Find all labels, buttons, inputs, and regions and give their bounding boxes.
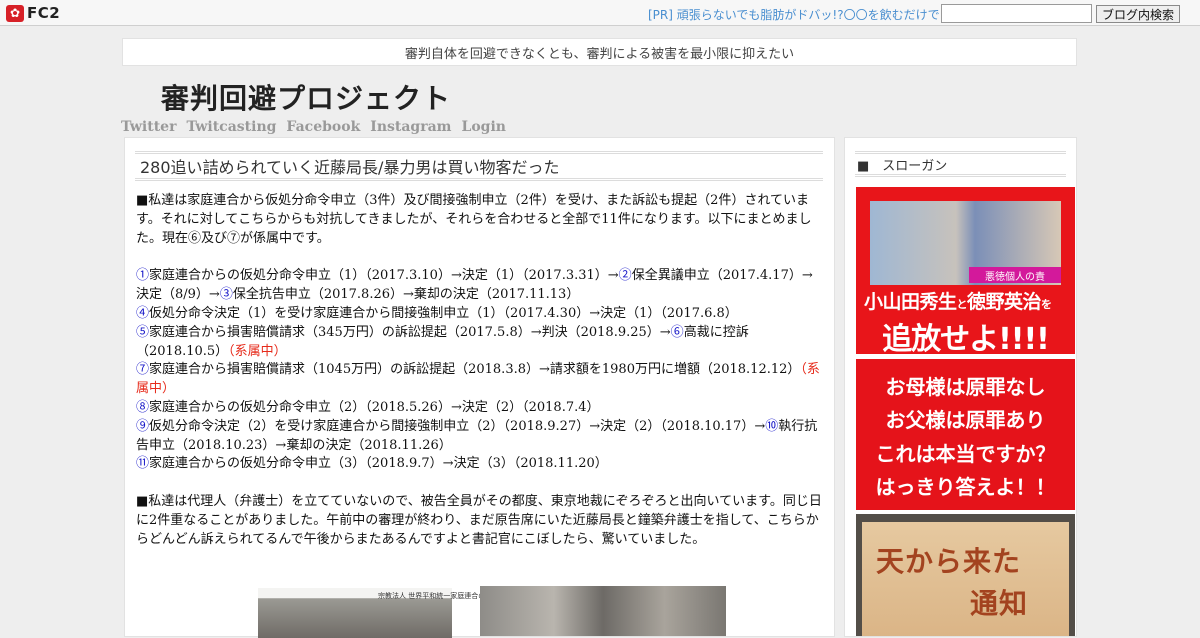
nav-link-instagram[interactable]: Instagram <box>370 119 451 135</box>
case-number: ② <box>618 268 632 284</box>
banner-name-2: 徳野英治 <box>967 291 1042 313</box>
nav-link-twitcasting[interactable]: Twitcasting <box>186 119 276 135</box>
case-text: 仮処分命令決定（2）を受け家庭連合から間接強制申立（2）（2018.9.27）→… <box>149 418 766 434</box>
banner2-line-2: お父様は原罪あり <box>885 408 1046 432</box>
banner2-line-1: お母様は原罪なし <box>885 375 1046 399</box>
post-photo-entrance[interactable]: 宗教法人 世界平和統一家庭連合の玄関 <box>258 588 499 638</box>
sidebar-heading-slogan: ■ スローガン <box>855 151 1066 177</box>
post-paragraph-2: ■私達は代理人（弁護士）を立てていないので、被告全員がその都度、東京地裁にぞろぞ… <box>136 494 822 547</box>
banner-names-line: 小山田秀生と徳野英治を <box>864 287 1069 314</box>
case-item-9: ⑨仮処分命令決定（2）を受け家庭連合から間接強制申立（2）（2018.9.27）… <box>136 418 824 456</box>
nav-link-twitter[interactable]: Twitter <box>121 119 176 135</box>
pr-ad-link[interactable]: [PR] 頑張らないでも脂肪がドバッ!?〇〇を飲むだけで <box>648 6 940 23</box>
book-title-line-1: 天から来た <box>876 545 1022 578</box>
case-number: ④ <box>136 305 150 321</box>
case-number: ① <box>136 268 150 284</box>
case-item-1: ①家庭連合からの仮処分命令申立（1）（2017.3.10）→決定（1）（2017… <box>136 267 824 305</box>
case-number: ⑪ <box>136 456 150 472</box>
case-number: ⑤ <box>136 324 150 340</box>
case-item-7: ⑦家庭連合から損害賠償請求（1045万円）の訴訟提起（2018.3.8）→請求額… <box>136 361 824 399</box>
case-number: ⑦ <box>136 362 150 378</box>
post-body: ■私達は家庭連合から仮処分命令申立（3件）及び間接強制申立（2件）を受け、また訴… <box>136 192 824 550</box>
case-text: 仮処分命令決定（1）を受け家庭連合から間接強制申立（1）（2017.4.30）→… <box>149 305 738 321</box>
fc2-logo[interactable]: ✿ FC2 <box>6 4 60 22</box>
blog-search-input[interactable] <box>941 4 1092 23</box>
book-banner-notice[interactable]: 天から来た 通知 <box>856 514 1075 636</box>
banner-particle: と <box>956 298 968 311</box>
case-text: 保全抗告申立（2017.8.26）→棄却の決定（2017.11.13） <box>232 287 580 303</box>
book-cover: 天から来た 通知 <box>862 522 1069 636</box>
case-number: ⑥ <box>670 324 684 340</box>
nav-link-login[interactable]: Login <box>461 119 505 135</box>
post-photo-street[interactable] <box>480 586 726 636</box>
case-status-pending: （系属中） <box>228 343 287 359</box>
case-text: 家庭連合からの仮処分命令申立（1）（2017.3.10）→決定（1）（2017.… <box>149 268 619 284</box>
fc2-logo-text: FC2 <box>27 4 61 22</box>
post-intro: ■私達は家庭連合から仮処分命令申立（3件）及び間接強制申立（2件）を受け、また訴… <box>136 193 812 246</box>
case-number: ⑩ <box>765 418 779 434</box>
case-item-5: ⑤家庭連合から損害賠償請求（345万円）の訴訟提起（2017.5.8）→判決（2… <box>136 324 824 362</box>
case-item-11: ⑪家庭連合からの仮処分命令申立（3）（2018.9.7）→決定（3）（2018.… <box>136 455 824 474</box>
blog-search-button[interactable]: ブログ内検索 <box>1096 5 1180 23</box>
nav-link-facebook[interactable]: Facebook <box>286 119 360 135</box>
banner2-line-4: はっきり答えよ！！ <box>875 475 1056 499</box>
blog-tagline: 審判自体を回避できなくとも、審判による被害を最小限に抑えたい <box>122 38 1077 66</box>
fc2-logo-icon: ✿ <box>6 4 24 22</box>
banner-photo-caption: 悪徳個人の責 <box>969 267 1061 283</box>
case-number: ③ <box>219 287 233 303</box>
case-item-4: ④仮処分命令決定（1）を受け家庭連合から間接強制申立（1）（2017.4.30）… <box>136 305 824 324</box>
case-text: 家庭連合から損害賠償請求（345万円）の訴訟提起（2017.5.8）→判決（20… <box>149 324 671 340</box>
post-title[interactable]: 280追い詰められていく近藤局長/暴力男は買い物客だった <box>135 151 823 181</box>
sidebar: ■ スローガン 悪徳個人の責 小山田秀生と徳野英治を 追放せよ!!!! お母様は… <box>844 137 1077 637</box>
banner2-line-3: これは本当ですか？ <box>875 442 1056 466</box>
banner-slogan-line: 追放せよ!!!! <box>882 322 1050 354</box>
blog-title[interactable]: 審判回避プロジェクト <box>161 77 451 117</box>
header-nav: Twitter Twitcasting Facebook Instagram L… <box>121 119 506 135</box>
book-title-line-2: 通知 <box>970 587 1029 620</box>
banner-particle: を <box>1041 298 1052 311</box>
case-number: ⑧ <box>136 399 150 415</box>
slogan-banner-original-sin[interactable]: お母様は原罪なし お父様は原罪あり これは本当ですか？ はっきり答えよ！！ <box>856 359 1075 510</box>
case-text: 家庭連合からの仮処分命令申立（2）（2018.5.26）→決定（2）（2018.… <box>149 399 600 415</box>
case-number: ⑨ <box>136 418 150 434</box>
main-content: 280追い詰められていく近藤局長/暴力男は買い物客だった ■私達は家庭連合から仮… <box>124 137 835 637</box>
case-text: 家庭連合からの仮処分命令申立（3）（2018.9.7）→決定（3）（2018.1… <box>149 456 608 472</box>
slogan-banner-expel[interactable]: 悪徳個人の責 小山田秀生と徳野英治を 追放せよ!!!! <box>856 187 1075 354</box>
case-item-8: ⑧家庭連合からの仮処分命令申立（2）（2018.5.26）→決定（2）（2018… <box>136 399 824 418</box>
fc2-top-bar: ✿ FC2 [PR] 頑張らないでも脂肪がドバッ!?〇〇を飲むだけで ブログ内検… <box>0 0 1200 26</box>
case-text: 家庭連合から損害賠償請求（1045万円）の訴訟提起（2018.3.8）→請求額を… <box>149 362 801 378</box>
banner-name-1: 小山田秀生 <box>864 291 957 313</box>
